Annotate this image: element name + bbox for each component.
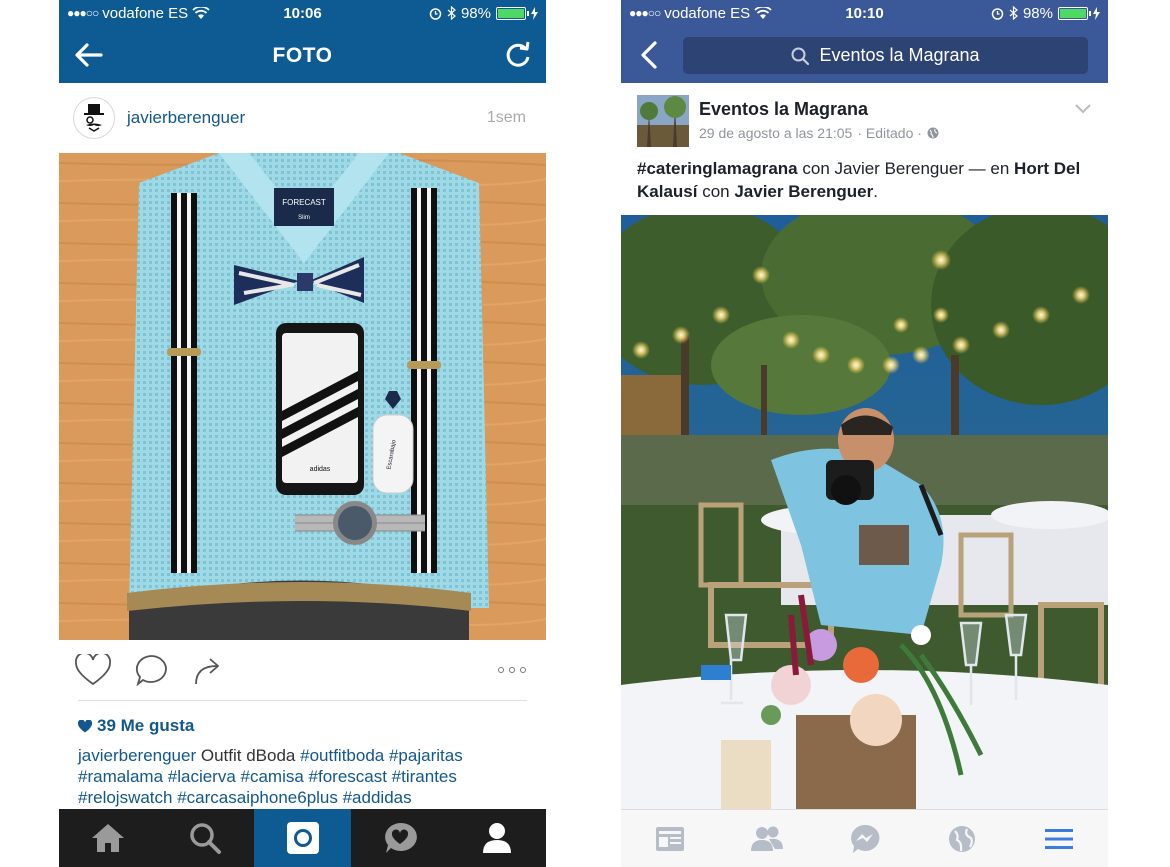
back-chevron-icon[interactable] — [637, 40, 661, 70]
phone-brand-label: adidas — [310, 466, 331, 473]
top-hat-avatar-icon — [84, 104, 104, 132]
instagram-screen: ●●●○○ vodafone ES 10:06 98% FOTO javierb… — [59, 0, 546, 867]
home-icon — [91, 824, 124, 852]
messenger-icon — [850, 824, 879, 853]
post-date[interactable]: 29 de agosto a las 21:05 — [699, 125, 852, 141]
facebook-screen: ●●●○○ vodafone ES 10:10 98% Eventos la M… — [621, 0, 1108, 867]
tab-profile[interactable] — [449, 809, 546, 867]
news-feed-icon — [655, 826, 684, 851]
page-name[interactable]: Eventos la Magrana — [699, 99, 868, 120]
bluetooth-icon — [447, 6, 456, 20]
caption-username[interactable]: javierberenguer — [78, 746, 196, 765]
more-options-icon[interactable] — [498, 667, 526, 673]
like-heart-icon[interactable] — [75, 654, 111, 686]
comment-bubble-icon[interactable] — [135, 654, 169, 686]
public-globe-icon — [927, 127, 939, 139]
page-avatar[interactable] — [637, 95, 689, 147]
post-header: javierberenguer 1sem — [59, 83, 546, 153]
heart-filled-icon — [78, 719, 92, 732]
post-text-with2: con — [697, 182, 735, 201]
post-actions — [59, 640, 546, 700]
facebook-header: ●●●○○ vodafone ES 10:10 98% Eventos la M… — [621, 0, 1108, 83]
status-bar: ●●●○○ vodafone ES 10:10 98% — [621, 0, 1108, 26]
post-photo[interactable]: FORECAST Slim adidas Escarabajo — [59, 153, 546, 640]
shirt-size-label: Slim — [298, 215, 310, 221]
likes-label: 39 Me gusta — [97, 716, 195, 735]
search-field[interactable]: Eventos la Magrana — [683, 37, 1088, 74]
signal-icon: ●●●○○ — [629, 6, 661, 20]
avatar[interactable] — [73, 97, 115, 139]
bluetooth-icon — [1009, 6, 1018, 20]
wifi-icon — [754, 6, 772, 19]
caption-hashtags-line2[interactable]: #ramalama #lacierva #camisa #forescast #… — [78, 766, 534, 787]
post-hashtag[interactable]: #cateringlamagrana — [637, 159, 798, 178]
post-meta: 29 de agosto a las 21:05 · Editado · — [699, 125, 939, 141]
post-text: #cateringlamagrana con Javier Berenguer … — [637, 157, 1092, 203]
outfit-flatlay-image: FORECAST Slim adidas Escarabajo — [59, 153, 546, 640]
tab-home[interactable] — [59, 809, 156, 867]
caption-hashtags-line3[interactable]: #relojswatch #carcasaiphone6plus #addida… — [78, 787, 534, 808]
tab-camera[interactable] — [253, 809, 352, 867]
post-caption: javierberenguer Outfit dBoda #outfitboda… — [78, 745, 534, 808]
edited-label[interactable]: · Editado · — [857, 125, 922, 141]
instagram-tab-bar — [59, 809, 546, 867]
chevron-down-icon[interactable] — [1074, 103, 1092, 115]
post-text-end: . — [873, 182, 878, 201]
post-username[interactable]: javierberenguer — [127, 108, 487, 128]
page-title: FOTO — [272, 43, 333, 67]
battery-percent: 98% — [1022, 4, 1053, 22]
facebook-tab-bar — [621, 809, 1108, 867]
battery-icon — [496, 6, 529, 20]
search-icon — [190, 823, 222, 854]
menu-icon — [1045, 828, 1074, 849]
share-arrow-icon[interactable] — [193, 654, 223, 686]
likes-count[interactable]: 39 Me gusta — [78, 716, 194, 736]
carrier-label: vodafone ES — [664, 4, 751, 22]
page-avatar-image — [637, 95, 689, 147]
search-icon — [791, 47, 810, 65]
tab-notifications[interactable] — [913, 810, 1010, 867]
notifications-globe-icon — [948, 825, 975, 852]
alarm-icon — [991, 7, 1004, 20]
wifi-icon — [192, 6, 210, 19]
alarm-icon — [429, 7, 442, 20]
charging-icon — [531, 6, 538, 20]
status-bar: ●●●○○ vodafone ES 10:06 98% — [59, 0, 546, 26]
tab-more-menu[interactable] — [1011, 810, 1108, 867]
shirt-brand-label: FORECAST — [282, 198, 326, 207]
instagram-header: ●●●○○ vodafone ES 10:06 98% FOTO — [59, 0, 546, 83]
activity-icon — [385, 822, 417, 853]
profile-icon — [483, 823, 512, 853]
post-header: Eventos la Magrana 29 de agosto a las 21… — [621, 95, 1108, 150]
back-arrow-icon[interactable] — [73, 40, 105, 70]
friend-requests-icon — [751, 826, 784, 851]
carrier-label: vodafone ES — [102, 4, 189, 22]
camera-icon — [286, 822, 319, 854]
battery-percent: 98% — [460, 4, 491, 22]
tab-friend-requests[interactable] — [718, 810, 815, 867]
post-time: 1sem — [486, 109, 526, 126]
divider — [78, 700, 527, 701]
garden-event-photographer-image — [621, 215, 1108, 809]
refresh-icon[interactable] — [504, 40, 532, 70]
tab-search[interactable] — [156, 809, 253, 867]
charging-icon — [1093, 6, 1100, 20]
signal-icon: ●●●○○ — [67, 6, 99, 20]
battery-icon — [1058, 6, 1091, 20]
tab-news-feed[interactable] — [621, 810, 718, 867]
post-text-with: con Javier Berenguer — en — [797, 159, 1015, 178]
post-photo[interactable] — [621, 215, 1108, 809]
tab-activity[interactable] — [351, 809, 448, 867]
tab-messenger[interactable] — [816, 810, 913, 867]
caption-text: Outfit dBoda — [200, 746, 296, 765]
caption-hashtags-line1[interactable]: #outfitboda #pajaritas — [300, 746, 463, 765]
search-query: Eventos la Magrana — [819, 45, 980, 65]
post-tagged-person[interactable]: Javier Berenguer — [734, 182, 873, 201]
